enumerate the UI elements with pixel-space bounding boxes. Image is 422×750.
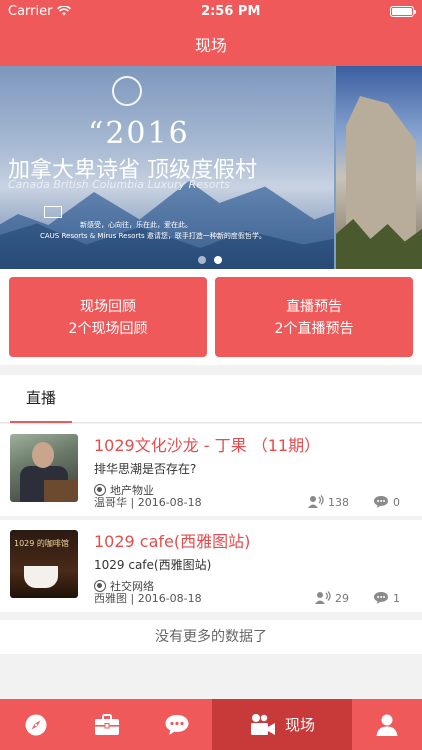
replay-button[interactable]: 现场回顾 2个现场回顾 [9, 277, 207, 357]
banner-note-line2: CAUS Resorts & Mirus Resorts 邀请您，联手打造一种新… [40, 232, 266, 240]
item-body: 1029 cafe(西雅图站) 1029 cafe(西雅图站) 社交网络 [94, 528, 410, 594]
globe-icon [112, 76, 142, 106]
listeners-count: 138 [328, 495, 349, 509]
tab-bar: 现场 [0, 699, 422, 750]
top-bar: Carrier 2:56 PM 现场 [0, 0, 422, 66]
podium [44, 480, 78, 502]
banner-slide-resorts[interactable]: “2016 加拿大卑诗省 顶级度假村 Canada British Columb… [0, 66, 334, 269]
compass-icon [24, 713, 48, 737]
item-stats: 138 0 [308, 494, 400, 510]
list-item[interactable]: 1029文化沙龙 - 丁果 （11期） 排华思潮是否存在? 地产物业 温哥华 |… [0, 424, 422, 516]
briefcase-icon [94, 713, 120, 737]
tab-live-scene-label: 现场 [284, 716, 315, 734]
tab-live-scene[interactable]: 现场 [212, 699, 352, 750]
chart-icon [44, 206, 62, 218]
banner-slide-building[interactable] [336, 66, 422, 269]
battery-icon [389, 5, 416, 17]
page-indicator[interactable] [198, 256, 222, 264]
item-body: 1029文化沙龙 - 丁果 （11期） 排华思潮是否存在? 地产物业 [94, 432, 410, 498]
video-camera-icon [249, 713, 277, 737]
status-left: Carrier [8, 3, 72, 19]
tab-profile[interactable] [352, 699, 422, 750]
item-thumbnail [10, 434, 78, 502]
listeners-icon [315, 591, 331, 605]
page-title: 现场 [194, 36, 227, 55]
no-more-data-label: 没有更多的数据了 [0, 620, 422, 654]
listeners-icon [308, 495, 324, 509]
preview-button-title: 直播预告 [286, 299, 342, 315]
tab-discover[interactable] [0, 699, 72, 750]
item-stats: 29 1 [315, 590, 400, 606]
item-author-date: 温哥华 | 2016-08-18 [94, 496, 202, 509]
list-item[interactable]: 1029 的咖啡馆 1029 cafe(西雅图站) 1029 cafe(西雅图站… [0, 520, 422, 612]
item-meta: 温哥华 | 2016-08-18 138 0 [94, 494, 400, 510]
wifi-icon [57, 6, 72, 16]
carrier-label: Carrier [8, 3, 53, 19]
tab-messages[interactable] [142, 699, 212, 750]
status-time: 2:56 PM [201, 3, 261, 19]
section-header: 直播 [0, 375, 422, 423]
chat-bubble-icon [164, 713, 190, 737]
banner-title-en: Canada British Columbia Luxury Resorts [8, 178, 231, 191]
action-buttons: 现场回顾 2个现场回顾 直播预告 2个直播预告 [0, 269, 422, 365]
tab-work[interactable] [72, 699, 142, 750]
comment-count: 0 [393, 495, 400, 509]
replay-button-title: 现场回顾 [80, 299, 136, 315]
preview-button-subtitle: 2个直播预告 [274, 321, 354, 337]
banner-carousel[interactable]: “2016 加拿大卑诗省 顶级度假村 Canada British Columb… [0, 66, 422, 269]
item-author-date: 西雅图 | 2016-08-18 [94, 592, 202, 605]
item-subtitle: 排华思潮是否存在? [94, 462, 197, 476]
speaker-head [32, 442, 54, 468]
item-subtitle: 1029 cafe(西雅图站) [94, 558, 212, 572]
listeners-count: 29 [335, 591, 349, 605]
replay-button-subtitle: 2个现场回顾 [68, 321, 148, 337]
page-dot-2[interactable] [214, 256, 222, 264]
thumb-label: 1029 的咖啡馆 [14, 539, 69, 548]
comment-icon [373, 591, 389, 605]
item-meta: 西雅图 | 2016-08-18 29 1 [94, 590, 400, 606]
item-title: 1029 cafe(西雅图站) [94, 532, 251, 551]
person-icon [375, 713, 399, 737]
status-bar: Carrier 2:56 PM [0, 0, 422, 22]
item-title: 1029文化沙龙 - 丁果 （11期） [94, 436, 321, 455]
tab-live[interactable]: 直播 [10, 375, 72, 423]
comment-count: 1 [393, 591, 400, 605]
item-thumbnail: 1029 的咖啡馆 [10, 530, 78, 598]
coffee-cup [24, 566, 58, 588]
screen: Carrier 2:56 PM 现场 “2016 加拿大卑诗省 顶级度假村 Ca… [0, 0, 422, 750]
comment-icon [373, 495, 389, 509]
preview-button[interactable]: 直播预告 2个直播预告 [215, 277, 413, 357]
banner-note: 新感受，心向往，乐在此，爱在此。 CAUS Resorts & Mirus Re… [40, 220, 290, 242]
banner-note-line1: 新感受，心向往，乐在此，爱在此。 [80, 221, 192, 229]
banner-year: “2016 [88, 116, 190, 151]
page-dot-1[interactable] [198, 256, 206, 264]
